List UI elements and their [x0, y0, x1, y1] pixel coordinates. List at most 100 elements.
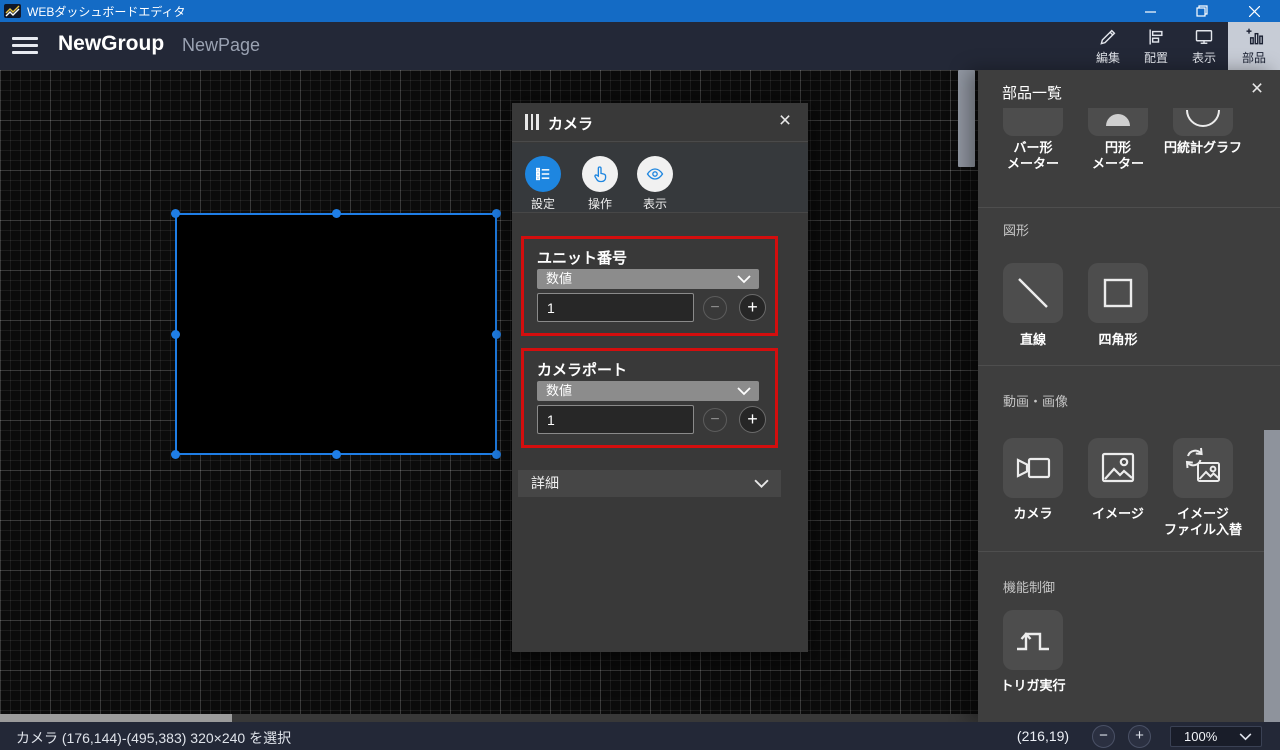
part-image-file-swap[interactable]: [1173, 438, 1233, 498]
group-function-control-label: 機能制御: [1003, 577, 1055, 596]
restore-button[interactable]: [1176, 0, 1228, 22]
camera-port-input[interactable]: [537, 405, 694, 434]
unit-number-increment-button[interactable]: +: [739, 294, 766, 321]
chevron-down-icon: [737, 387, 751, 396]
minus-icon: −: [1099, 727, 1108, 744]
minus-icon: −: [710, 299, 719, 316]
editor-canvas[interactable]: [0, 70, 978, 722]
bar-meter-icon: [1013, 108, 1053, 126]
dialog-title: カメラ: [548, 113, 593, 134]
selection-handle[interactable]: [171, 330, 180, 339]
tab-operation[interactable]: 操作: [578, 156, 622, 212]
unit-number-datatype-select[interactable]: 数値: [537, 269, 759, 289]
unit-number-input[interactable]: [537, 293, 694, 322]
part-line[interactable]: [1003, 263, 1063, 323]
tool-arrange-button[interactable]: 配置: [1132, 22, 1180, 70]
pointer-coordinates: (216,19): [1008, 728, 1078, 744]
tab-display-label: 表示: [633, 195, 677, 212]
parts-panel-scroll-area[interactable]: バー形 メーター 円形 メーター 円統計グラフ 図形 直線 四角形 動画・画像: [978, 108, 1280, 722]
part-trigger-execute[interactable]: [1003, 610, 1063, 670]
tool-parts-label: 部品: [1242, 49, 1266, 66]
tab-settings[interactable]: 設定: [521, 156, 565, 212]
camera-port-label: カメラポート: [537, 359, 627, 380]
window-controls: [1124, 0, 1280, 22]
tab-display[interactable]: 表示: [633, 156, 677, 212]
selection-handle[interactable]: [492, 330, 501, 339]
trigger-icon: [1003, 610, 1063, 670]
app-chart-icon: [4, 4, 21, 18]
part-pie-stats-graph[interactable]: [1173, 108, 1233, 136]
selection-handle[interactable]: [492, 209, 501, 218]
tool-display-label: 表示: [1192, 49, 1216, 66]
camera-port-datatype-select[interactable]: 数値: [537, 381, 759, 401]
selection-handle[interactable]: [171, 209, 180, 218]
selection-handle[interactable]: [332, 209, 341, 218]
part-label: トリガ実行: [990, 678, 1076, 694]
selected-camera-widget[interactable]: [175, 213, 497, 455]
pencil-icon: [1098, 27, 1118, 47]
panel-divider: [978, 551, 1280, 552]
tool-edit-button[interactable]: 編集: [1084, 22, 1132, 70]
group-title: NewGroup: [58, 32, 164, 56]
details-toggle[interactable]: 詳細: [518, 470, 781, 497]
unit-number-label: ユニット番号: [537, 247, 627, 268]
camera-port-decrement-button[interactable]: −: [703, 408, 727, 432]
close-button[interactable]: [1228, 0, 1280, 22]
canvas-vertical-scrollbar[interactable]: [958, 70, 975, 167]
part-label: バー形 メーター: [990, 140, 1076, 172]
drag-handle-icon[interactable]: [525, 114, 539, 130]
part-image[interactable]: [1088, 438, 1148, 498]
part-label: 円統計グラフ: [1160, 140, 1246, 156]
settings-list-icon: [533, 164, 553, 184]
zoom-in-button[interactable]: +: [1128, 725, 1151, 748]
camera-port-increment-button[interactable]: +: [739, 406, 766, 433]
part-label: 四角形: [1075, 332, 1161, 348]
part-circular-meter[interactable]: [1088, 108, 1148, 136]
canvas-horizontal-scrollbar-thumb[interactable]: [0, 714, 232, 722]
dialog-tab-bar: 設定 操作 表示: [512, 143, 808, 213]
window-title: WEBダッシュボードエディタ: [27, 3, 186, 20]
tool-parts-button[interactable]: 部品: [1228, 22, 1280, 70]
part-bar-meter[interactable]: [1003, 108, 1063, 136]
selection-handle[interactable]: [332, 450, 341, 459]
part-rectangle[interactable]: [1088, 263, 1148, 323]
parts-icon: [1244, 27, 1264, 47]
zoom-level-select[interactable]: 100%: [1170, 726, 1262, 747]
dialog-header[interactable]: カメラ ×: [512, 103, 808, 142]
chevron-down-icon: [754, 479, 769, 489]
panel-divider: [978, 207, 1280, 208]
menu-button[interactable]: [12, 37, 38, 55]
camera-port-section: カメラポート 数値 − +: [521, 348, 778, 448]
group-media-label: 動画・画像: [1003, 391, 1068, 410]
parts-panel-title: 部品一覧: [1002, 82, 1062, 103]
eye-icon: [645, 164, 665, 184]
zoom-out-button[interactable]: −: [1092, 725, 1115, 748]
tab-settings-label: 設定: [521, 195, 565, 212]
part-camera[interactable]: [1003, 438, 1063, 498]
pie-stats-icon: [1173, 108, 1233, 136]
unit-number-section: ユニット番号 数値 − +: [521, 236, 778, 336]
minimize-button[interactable]: [1124, 0, 1176, 22]
arrange-icon: [1146, 27, 1166, 47]
rectangle-icon: [1088, 263, 1148, 323]
image-icon: [1088, 438, 1148, 498]
selection-handle[interactable]: [492, 450, 501, 459]
circular-meter-icon: [1088, 108, 1148, 136]
tool-display-button[interactable]: 表示: [1180, 22, 1228, 70]
title-bar: WEBダッシュボードエディタ: [0, 0, 1280, 22]
selection-handle[interactable]: [171, 450, 180, 459]
dialog-close-button[interactable]: ×: [772, 108, 798, 134]
panel-divider: [978, 365, 1280, 366]
plus-icon: +: [747, 409, 758, 429]
parts-panel-close-button[interactable]: ×: [1244, 76, 1270, 102]
parts-panel-header: 部品一覧 ×: [978, 70, 1280, 108]
image-swap-icon: [1173, 438, 1233, 498]
unit-number-decrement-button[interactable]: −: [703, 296, 727, 320]
canvas-horizontal-scrollbar[interactable]: [0, 714, 978, 722]
close-icon: ×: [1251, 77, 1263, 100]
tool-arrange-label: 配置: [1144, 49, 1168, 66]
plus-icon: +: [747, 297, 758, 317]
group-shapes-label: 図形: [1003, 220, 1029, 239]
panel-scrollbar-thumb[interactable]: [1264, 430, 1280, 722]
hamburger-icon: [12, 37, 38, 40]
